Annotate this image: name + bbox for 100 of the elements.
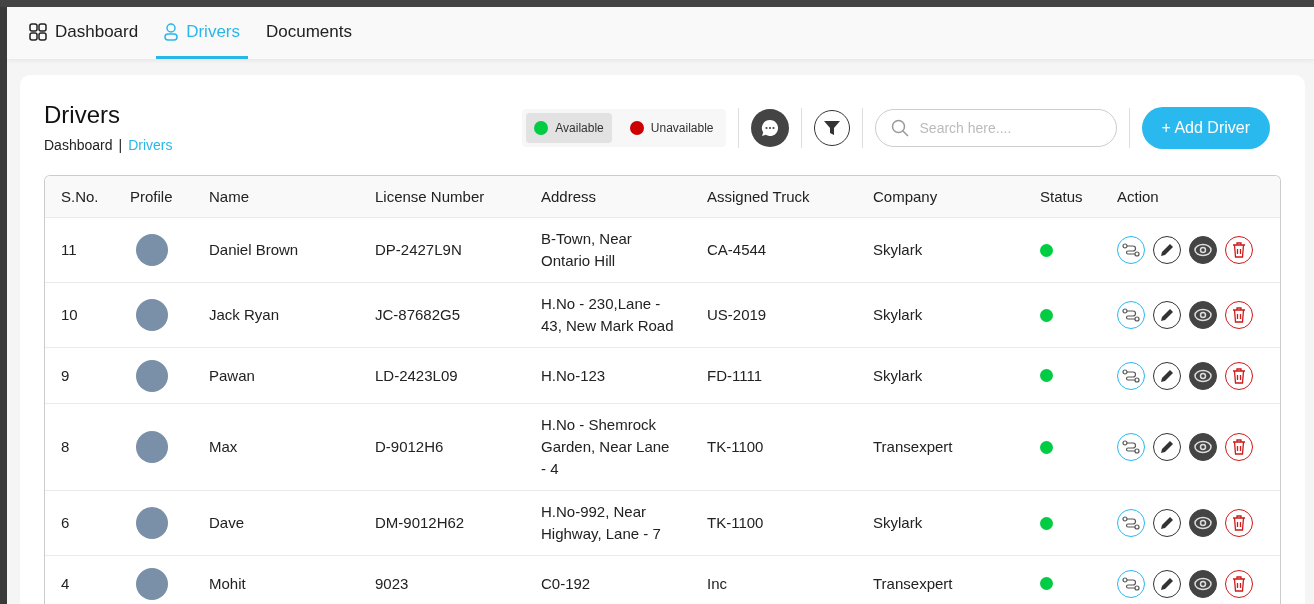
profile-photo-placeholder: [136, 431, 168, 463]
company-name: Skylark: [873, 241, 923, 258]
eye-icon: [1194, 243, 1212, 257]
delete-button[interactable]: [1225, 301, 1253, 329]
route-icon: [1122, 576, 1140, 591]
eye-icon: [1194, 368, 1212, 383]
trash-icon: [1232, 367, 1246, 384]
search-field[interactable]: Search here....: [874, 109, 1117, 147]
view-button[interactable]: [1189, 236, 1217, 264]
column-header: Company: [873, 188, 938, 205]
delete-button[interactable]: [1225, 433, 1253, 461]
delete-button[interactable]: [1225, 361, 1253, 390]
license-number: JC-87682G5: [375, 306, 461, 323]
funnel-icon: [822, 119, 841, 137]
truck-number: US-2019: [707, 306, 767, 323]
route-icon: [1122, 516, 1140, 530]
pencil-icon: [1160, 576, 1174, 591]
edit-button[interactable]: [1153, 236, 1181, 264]
serial-number: 9: [61, 366, 70, 384]
edit-button[interactable]: [1153, 361, 1181, 390]
route-button[interactable]: [1117, 569, 1145, 598]
serial-number: 4: [61, 574, 70, 592]
column-header: Profile: [130, 188, 173, 205]
address-text: C0-192: [541, 573, 592, 594]
truck-number: TK-1100: [707, 438, 764, 455]
serial-number: 11: [61, 241, 77, 258]
view-button[interactable]: [1189, 433, 1217, 461]
truck-number: TK-1100: [707, 514, 764, 531]
view-button[interactable]: [1189, 569, 1217, 598]
column-header: Assigned Truck: [707, 188, 810, 205]
eye-icon: [1194, 516, 1212, 530]
trash-icon: [1232, 575, 1246, 592]
driver-name: Pawan: [209, 366, 255, 384]
serial-number: 10: [61, 306, 78, 323]
route-icon: [1122, 368, 1140, 383]
chat-bubble-icon: [759, 118, 780, 138]
trash-icon: [1232, 439, 1246, 455]
trash-icon: [1232, 307, 1246, 323]
address-text: H.No-123: [541, 365, 607, 386]
route-button[interactable]: [1117, 433, 1145, 461]
license-number: LD-2423L09: [375, 366, 458, 384]
pencil-icon: [1160, 368, 1174, 383]
eye-icon: [1194, 576, 1212, 591]
chat-button[interactable]: [750, 109, 789, 147]
pencil-icon: [1160, 243, 1174, 257]
pencil-icon: [1160, 308, 1174, 322]
company-name: Transexpert: [873, 574, 953, 592]
column-header: Address: [541, 188, 597, 205]
column-header: License Number: [375, 188, 485, 205]
truck-number: FD-1111: [707, 366, 763, 384]
profile-photo-placeholder: [136, 567, 168, 600]
view-button[interactable]: [1189, 301, 1217, 329]
route-button[interactable]: [1117, 301, 1145, 329]
nav-tab[interactable]: Dashboard: [21, 7, 147, 59]
license-number: 9023: [375, 574, 409, 592]
serial-number: 6: [61, 514, 70, 531]
truck-number: Inc: [707, 574, 727, 592]
nav-tab[interactable]: Documents: [258, 7, 360, 59]
eye-icon: [1194, 308, 1212, 322]
edit-button[interactable]: [1153, 509, 1181, 537]
view-button[interactable]: [1189, 361, 1217, 390]
page-title: Drivers: [44, 101, 121, 129]
driver-name: Daniel Brown: [209, 241, 299, 258]
pencil-icon: [1160, 440, 1174, 454]
person-icon: [164, 22, 179, 41]
delete-button[interactable]: [1225, 569, 1253, 598]
driver-name: Mohit: [209, 574, 246, 592]
route-button[interactable]: [1117, 361, 1145, 390]
company-name: Skylark: [873, 306, 923, 323]
status-toggle[interactable]: Available: [526, 113, 612, 143]
column-header: S.No.: [61, 188, 99, 205]
driver-name: Jack Ryan: [209, 306, 280, 323]
route-button[interactable]: [1117, 236, 1145, 264]
profile-photo-placeholder: [136, 299, 168, 331]
status-toggle[interactable]: Unavailable: [621, 113, 722, 143]
address-text: H.No - 230,Lane - 43, New Mark Road: [541, 294, 675, 336]
edit-button[interactable]: [1153, 301, 1181, 329]
address-text: B-Town, Near Ontario Hill: [541, 229, 633, 271]
trash-icon: [1232, 242, 1246, 258]
view-button[interactable]: [1189, 509, 1217, 537]
profile-photo-placeholder: [136, 507, 168, 539]
profile-photo-placeholder: [136, 234, 168, 266]
filter-button[interactable]: [813, 110, 850, 146]
route-icon: [1122, 308, 1140, 322]
grid-icon: [29, 22, 47, 41]
company-name: Transexpert: [873, 438, 953, 455]
serial-number: 8: [61, 438, 70, 455]
route-icon: [1122, 440, 1140, 454]
breadcrumb-link[interactable]: Dashboard: [44, 137, 113, 153]
license-number: DM-9012H62: [375, 514, 465, 531]
profile-photo-placeholder: [136, 359, 168, 392]
license-number: D-9012H6: [375, 438, 444, 455]
delete-button[interactable]: [1225, 509, 1253, 537]
company-name: Skylark: [873, 514, 923, 531]
edit-button[interactable]: [1153, 569, 1181, 598]
route-button[interactable]: [1117, 509, 1145, 537]
delete-button[interactable]: [1225, 236, 1253, 264]
address-text: H.No-992, Near Highway, Lane - 7: [541, 502, 662, 544]
company-name: Skylark: [873, 366, 923, 384]
edit-button[interactable]: [1153, 433, 1181, 461]
